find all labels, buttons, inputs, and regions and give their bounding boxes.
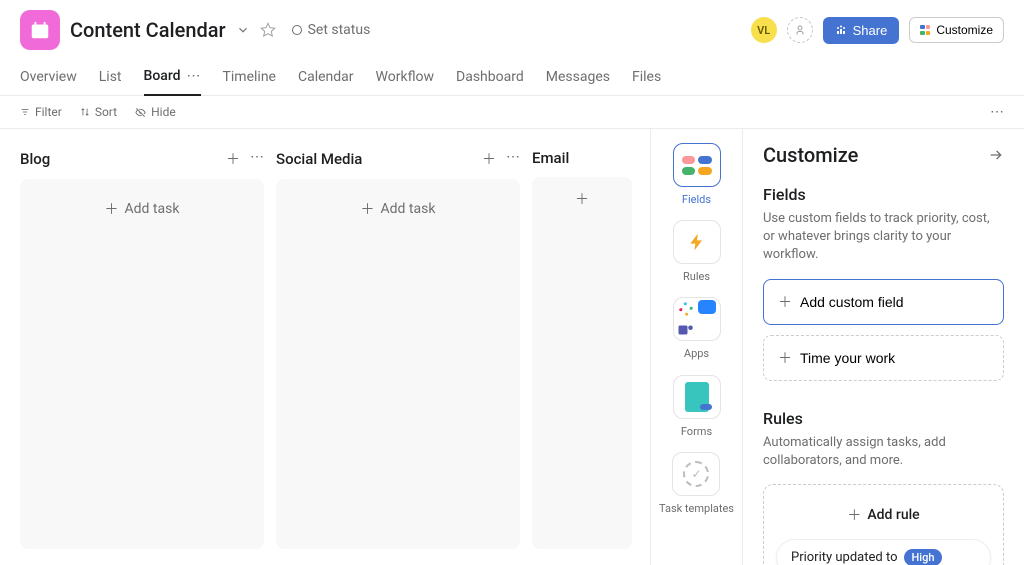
add-field-label: Add custom field	[800, 294, 904, 310]
column-title[interactable]: Email	[532, 149, 569, 167]
project-tabs: Overview List Board ⋯ Timeline Calendar …	[0, 60, 1024, 96]
tab-messages[interactable]: Messages	[546, 60, 610, 95]
rules-section-desc: Automatically assign tasks, add collabor…	[763, 434, 1004, 470]
panel-collapse-icon[interactable]	[988, 147, 1004, 163]
share-button[interactable]: Share	[823, 17, 900, 44]
tab-timeline[interactable]: Timeline	[223, 60, 276, 95]
column-add-icon[interactable]: ＋	[226, 149, 240, 169]
rule-chip-text: Priority updated to	[791, 550, 898, 565]
apps-cluster-icon	[677, 300, 716, 339]
strip-forms[interactable]: Forms	[673, 375, 721, 438]
column-blog: Blog ＋ ⋯ ＋ Add task	[20, 145, 264, 549]
customize-panel: Customize Fields Use custom fields to tr…	[742, 129, 1024, 565]
status-dot-icon	[292, 25, 302, 35]
plus-icon: ＋	[361, 199, 375, 219]
add-rule-button[interactable]: ＋ Add rule	[776, 499, 991, 539]
rules-section-title: Rules	[763, 409, 1004, 428]
add-task-button[interactable]: ＋ Add task	[288, 191, 508, 227]
priority-badge: High	[904, 549, 943, 565]
panel-title: Customize	[763, 143, 858, 167]
strip-rules[interactable]: Rules	[673, 220, 721, 283]
board-area: Blog ＋ ⋯ ＋ Add task Social Media ＋ ⋯	[0, 129, 650, 565]
filter-label: Filter	[35, 105, 62, 119]
template-icon	[683, 461, 709, 487]
time-work-label: Time your work	[800, 350, 895, 366]
plus-icon: ＋	[778, 348, 792, 368]
strip-label: Forms	[681, 425, 712, 438]
fields-section-desc: Use custom fields to track priority, cos…	[763, 210, 1004, 265]
form-icon	[685, 382, 709, 412]
add-task-label: Add task	[125, 201, 180, 217]
column-add-icon[interactable]: ＋	[575, 189, 589, 209]
column-add-icon[interactable]: ＋	[482, 149, 496, 169]
title-dropdown-icon[interactable]	[236, 23, 250, 37]
customize-strip: Fields Rules Apps Forms Task templates	[650, 129, 742, 565]
project-title: Content Calendar	[70, 18, 226, 42]
time-your-work-button[interactable]: ＋ Time your work	[763, 335, 1004, 381]
set-status-button[interactable]: Set status	[292, 22, 371, 38]
strip-apps[interactable]: Apps	[673, 297, 721, 360]
tab-overview[interactable]: Overview	[20, 60, 77, 95]
strip-label: Apps	[684, 347, 709, 360]
add-task-label: Add task	[381, 201, 436, 217]
hide-button[interactable]: Hide	[135, 105, 176, 119]
tab-board-label: Board	[144, 68, 181, 84]
plus-icon: ＋	[778, 292, 792, 312]
tab-dashboard[interactable]: Dashboard	[456, 60, 524, 95]
fields-pills-icon	[682, 156, 712, 175]
tab-board-more-icon[interactable]: ⋯	[187, 68, 201, 84]
column-social-media: Social Media ＋ ⋯ ＋ Add task	[276, 145, 520, 549]
set-status-label: Set status	[308, 22, 371, 38]
user-avatar[interactable]: VL	[751, 17, 777, 43]
column-more-icon[interactable]: ⋯	[506, 149, 520, 169]
strip-fields[interactable]: Fields	[673, 143, 721, 206]
plus-icon: ＋	[105, 199, 119, 219]
column-more-icon[interactable]: ⋯	[250, 149, 264, 169]
sort-button[interactable]: Sort	[80, 105, 117, 119]
customize-grid-icon	[920, 25, 930, 35]
add-task-button[interactable]: ＋ Add task	[32, 191, 252, 227]
customize-button[interactable]: Customize	[909, 17, 1004, 43]
plus-icon: ＋	[847, 505, 861, 525]
sort-label: Sort	[95, 105, 117, 119]
tab-board[interactable]: Board ⋯	[144, 60, 201, 96]
project-icon[interactable]	[20, 10, 60, 50]
tab-calendar[interactable]: Calendar	[298, 60, 354, 95]
share-label: Share	[853, 23, 888, 38]
column-title[interactable]: Social Media	[276, 150, 362, 168]
filter-button[interactable]: Filter	[20, 105, 62, 119]
customize-label: Customize	[936, 23, 993, 37]
tab-workflow[interactable]: Workflow	[376, 60, 435, 95]
strip-task-templates[interactable]: Task templates	[659, 452, 734, 515]
star-icon[interactable]	[260, 22, 276, 38]
add-rule-label: Add rule	[867, 507, 919, 523]
strip-label: Rules	[683, 270, 710, 283]
add-rule-card: ＋ Add rule Priority updated to High ⚡	[763, 484, 1004, 565]
hide-label: Hide	[151, 105, 176, 119]
column-title[interactable]: Blog	[20, 150, 50, 168]
rule-example-chip[interactable]: Priority updated to High	[776, 539, 991, 565]
tab-files[interactable]: Files	[632, 60, 661, 95]
strip-label: Task templates	[659, 502, 734, 515]
column-email: Email ＋	[532, 145, 632, 549]
add-member-button[interactable]	[787, 17, 813, 43]
strip-label: Fields	[682, 193, 711, 206]
tab-list[interactable]: List	[99, 60, 122, 95]
toolbar-more-icon[interactable]: ⋯	[990, 104, 1004, 120]
add-custom-field-button[interactable]: ＋ Add custom field	[763, 279, 1004, 325]
bolt-icon	[687, 229, 707, 255]
fields-section-title: Fields	[763, 185, 1004, 204]
